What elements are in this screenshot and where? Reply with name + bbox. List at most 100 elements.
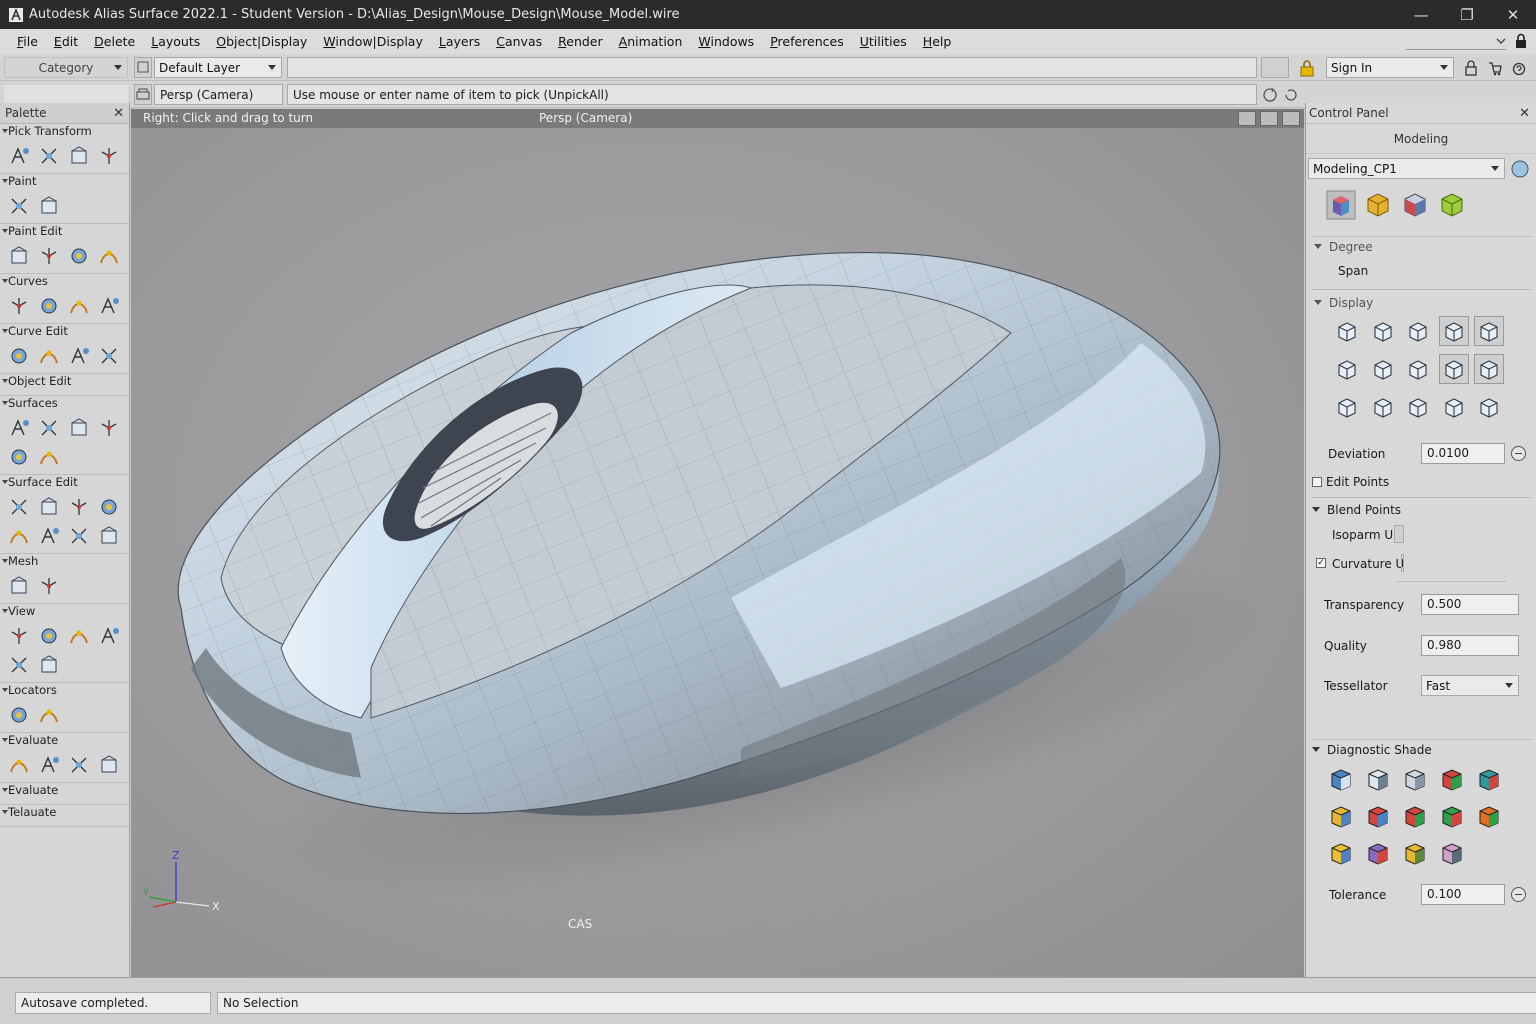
display-mode-cube-icon[interactable] xyxy=(1474,354,1504,384)
diagnostic-shade-icon[interactable] xyxy=(1400,801,1430,831)
yellow-cube-icon[interactable] xyxy=(1364,191,1392,219)
close-button[interactable]: ✕ xyxy=(1490,0,1536,29)
palette-section-label[interactable]: Telauate xyxy=(0,805,129,820)
category-search-strip[interactable] xyxy=(4,85,128,103)
display-mode-cube-icon[interactable] xyxy=(1332,316,1362,346)
help-lock-icon[interactable] xyxy=(1511,59,1527,77)
menu-edit[interactable]: Edit xyxy=(46,34,86,49)
display-mode-cube-icon[interactable] xyxy=(1368,316,1398,346)
user-lock-icon[interactable] xyxy=(1463,59,1479,77)
palette-close-button[interactable]: ✕ xyxy=(113,103,124,124)
layer-toggle-button[interactable] xyxy=(134,57,152,78)
curvature-checkbox[interactable]: ✓ xyxy=(1316,558,1326,568)
quality-input[interactable]: 0.980 xyxy=(1421,635,1519,656)
palette-tool-icon[interactable] xyxy=(34,413,64,442)
transparency-input[interactable]: 0.500 xyxy=(1421,594,1519,615)
display-mode-cube-icon[interactable] xyxy=(1332,392,1362,422)
menu-render[interactable]: Render xyxy=(550,34,611,49)
palette-section-label[interactable]: Pick Transform xyxy=(0,124,129,139)
palette-tool-icon[interactable] xyxy=(34,191,64,220)
menu-animation[interactable]: Animation xyxy=(611,34,691,49)
palette-tool-icon[interactable] xyxy=(4,521,34,550)
palette-tool-icon[interactable] xyxy=(64,341,94,370)
palette-tool-icon[interactable] xyxy=(4,700,34,729)
display-mode-cube-icon[interactable] xyxy=(1403,316,1433,346)
palette-section-label[interactable]: Evaluate xyxy=(0,783,129,798)
diagnostic-shade-icon[interactable] xyxy=(1400,764,1430,794)
minimize-button[interactable]: — xyxy=(1398,0,1444,29)
palette-tool-icon[interactable] xyxy=(34,492,64,521)
diagnostic-shade-icon[interactable] xyxy=(1474,801,1504,831)
diagnostic-shade-icon[interactable] xyxy=(1437,838,1467,868)
menu-layers[interactable]: Layers xyxy=(431,34,488,49)
palette-tool-icon[interactable] xyxy=(4,650,34,679)
menu-help[interactable]: Help xyxy=(915,34,960,49)
control-panel-close-button[interactable]: ✕ xyxy=(1519,103,1530,124)
palette-tool-icon[interactable] xyxy=(4,141,34,170)
menu-delete[interactable]: Delete xyxy=(86,34,143,49)
menu-utilities[interactable]: Utilities xyxy=(852,34,915,49)
palette-tool-icon[interactable] xyxy=(94,492,124,521)
palette-tool-icon[interactable] xyxy=(34,241,64,270)
palette-tool-icon[interactable] xyxy=(4,413,34,442)
palette-tool-icon[interactable] xyxy=(34,750,64,779)
menu-file[interactable]: File xyxy=(9,34,46,49)
diagnostic-shade-icon[interactable] xyxy=(1400,838,1430,868)
palette-tool-icon[interactable] xyxy=(4,291,34,320)
palette-tool-icon[interactable] xyxy=(64,141,94,170)
menu-windows[interactable]: Windows xyxy=(690,34,762,49)
blank-button[interactable] xyxy=(1261,57,1289,78)
palette-tool-icon[interactable] xyxy=(34,621,64,650)
diagnostic-shade-icon[interactable] xyxy=(1363,838,1393,868)
display-mode-cube-icon[interactable] xyxy=(1474,392,1504,422)
palette-tool-icon[interactable] xyxy=(4,621,34,650)
menu-preferences[interactable]: Preferences xyxy=(762,34,852,49)
diagnostic-shade-icon[interactable] xyxy=(1326,838,1356,868)
deviation-options-icon[interactable] xyxy=(1510,445,1527,462)
diagnostic-shade-icon[interactable] xyxy=(1326,764,1356,794)
menu-canvas[interactable]: Canvas xyxy=(488,34,550,49)
palette-tool-icon[interactable] xyxy=(64,291,94,320)
diagnostic-shade-icon[interactable] xyxy=(1363,801,1393,831)
multi-cube-icon[interactable] xyxy=(1401,191,1429,219)
camera-button[interactable] xyxy=(134,84,152,105)
palette-tool-icon[interactable] xyxy=(4,442,34,471)
palette-tool-icon[interactable] xyxy=(94,341,124,370)
palette-tool-icon[interactable] xyxy=(34,571,64,600)
mouse-model[interactable] xyxy=(131,128,1304,977)
palette-tool-icon[interactable] xyxy=(94,750,124,779)
edit-points-checkbox[interactable] xyxy=(1312,477,1322,487)
palette-section-label[interactable]: Paint xyxy=(0,174,129,189)
tolerance-options-icon[interactable] xyxy=(1510,886,1527,903)
palette-section-label[interactable]: Paint Edit xyxy=(0,224,129,239)
palette-tool-icon[interactable] xyxy=(4,750,34,779)
palette-tool-icon[interactable] xyxy=(34,700,64,729)
palette-tool-icon[interactable] xyxy=(4,341,34,370)
palette-section-label[interactable]: Curve Edit xyxy=(0,324,129,339)
diagnostic-shade-icon[interactable] xyxy=(1363,764,1393,794)
palette-tool-icon[interactable] xyxy=(4,241,34,270)
palette-tool-icon[interactable] xyxy=(64,492,94,521)
green-cube-icon[interactable] xyxy=(1438,191,1466,219)
palette-tool-icon[interactable] xyxy=(94,241,124,270)
viewport-maximize-button[interactable] xyxy=(1238,111,1256,126)
palette-section-label[interactable]: Mesh xyxy=(0,554,129,569)
sign-in-dropdown[interactable]: Sign In xyxy=(1326,57,1454,78)
palette-tool-icon[interactable] xyxy=(34,442,64,471)
shelf-icon[interactable] xyxy=(1510,159,1530,179)
palette-tool-icon[interactable] xyxy=(34,341,64,370)
shaded-cube-icon[interactable] xyxy=(1326,190,1356,220)
palette-tool-icon[interactable] xyxy=(94,621,124,650)
palette-tool-icon[interactable] xyxy=(64,750,94,779)
palette-tool-icon[interactable] xyxy=(94,413,124,442)
degree-section[interactable]: Degree xyxy=(1314,240,1373,254)
palette-section-label[interactable]: Object Edit xyxy=(0,374,129,389)
palette-section-label[interactable]: Locators xyxy=(0,683,129,698)
tolerance-input[interactable]: 0.100 xyxy=(1421,884,1505,905)
preset-dropdown[interactable]: Modeling_CP1 xyxy=(1308,158,1505,179)
display-mode-cube-icon[interactable] xyxy=(1403,392,1433,422)
viewport-close-button[interactable] xyxy=(1282,111,1300,126)
refresh-icon[interactable] xyxy=(1261,86,1279,104)
palette-section-label[interactable]: Evaluate xyxy=(0,733,129,748)
display-mode-cube-icon[interactable] xyxy=(1438,354,1469,384)
